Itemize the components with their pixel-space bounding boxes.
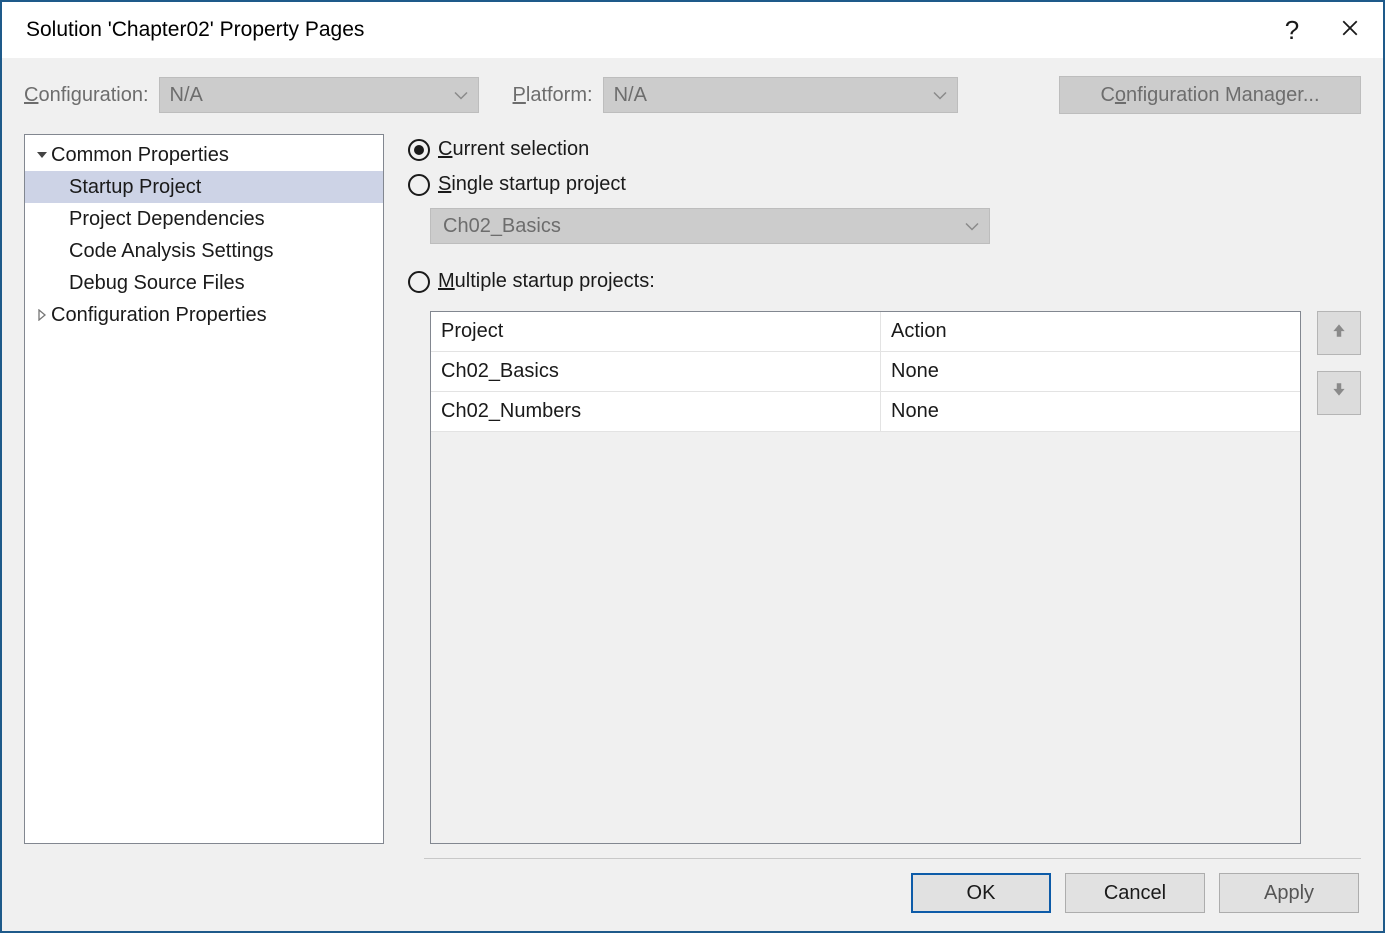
configuration-value: N/A [170,84,203,107]
close-button[interactable] [1321,6,1379,54]
configuration-bar: Configuration: N/A Platform: N/A Configu… [24,76,1361,114]
cell-project: Ch02_Numbers [431,392,881,431]
radio-icon [408,174,430,196]
startup-projects-grid[interactable]: Project Action Ch02_Basics None Ch02_Num… [430,311,1301,844]
footer-separator [424,858,1361,859]
radio-icon [408,139,430,161]
ok-button[interactable]: OK [911,873,1051,913]
arrow-up-icon [1330,321,1348,345]
help-button[interactable]: ? [1263,6,1321,54]
tree-item-code-analysis-settings[interactable]: Code Analysis Settings [25,235,383,267]
move-up-button[interactable] [1317,311,1361,355]
platform-value: N/A [614,84,647,107]
configuration-combo: N/A [159,77,479,113]
titlebar: Solution 'Chapter02' Property Pages ? [2,2,1383,58]
grid-body: Ch02_Basics None Ch02_Numbers None [431,352,1300,843]
client-area: Configuration: N/A Platform: N/A Configu… [2,58,1383,931]
grid-row[interactable]: Ch02_Basics None [431,352,1300,392]
chevron-down-icon [454,84,468,107]
tree-item-project-dependencies[interactable]: Project Dependencies [25,203,383,235]
cell-action: None [881,392,1300,431]
help-icon: ? [1285,15,1299,46]
tree-item-configuration-properties[interactable]: Configuration Properties [25,299,383,331]
cancel-button[interactable]: Cancel [1065,873,1205,913]
radio-current-selection[interactable]: Current selection [408,138,1361,161]
configuration-manager-button: Configuration Manager... [1059,76,1361,114]
expand-icon [33,309,51,321]
arrow-down-icon [1330,381,1348,405]
cell-project: Ch02_Basics [431,352,881,391]
close-icon [1341,17,1359,43]
tree-item-debug-source-files[interactable]: Debug Source Files [25,267,383,299]
move-down-button[interactable] [1317,371,1361,415]
col-header-project: Project [431,312,881,351]
collapse-icon [33,149,51,161]
dialog-window: Solution 'Chapter02' Property Pages ? Co… [0,0,1385,933]
grid-row[interactable]: Ch02_Numbers None [431,392,1300,432]
reorder-buttons [1317,311,1361,844]
col-header-action: Action [881,312,1300,351]
radio-icon [408,271,430,293]
tree-item-startup-project[interactable]: Startup Project [25,171,383,203]
radio-single-startup[interactable]: Single startup project [408,173,1361,196]
platform-label: Platform: [513,84,593,107]
radio-multiple-startup[interactable]: Multiple startup projects: [408,270,1361,293]
chevron-down-icon [965,215,979,238]
configuration-label: Configuration: [24,84,149,107]
single-startup-combo: Ch02_Basics [430,208,990,244]
tree-item-common-properties[interactable]: Common Properties [25,139,383,171]
main-row: Common Properties Startup Project Projec… [24,134,1361,844]
apply-button[interactable]: Apply [1219,873,1359,913]
platform-combo: N/A [603,77,958,113]
grid-header: Project Action [431,312,1300,352]
dialog-footer: OK Cancel Apply [24,873,1361,913]
cell-action: None [881,352,1300,391]
multiple-startup-block: Project Action Ch02_Basics None Ch02_Num… [430,311,1361,844]
content-pane: Current selection Single startup project… [408,134,1361,844]
window-title: Solution 'Chapter02' Property Pages [26,18,1263,42]
chevron-down-icon [933,84,947,107]
category-tree[interactable]: Common Properties Startup Project Projec… [24,134,384,844]
single-startup-value: Ch02_Basics [443,215,561,238]
